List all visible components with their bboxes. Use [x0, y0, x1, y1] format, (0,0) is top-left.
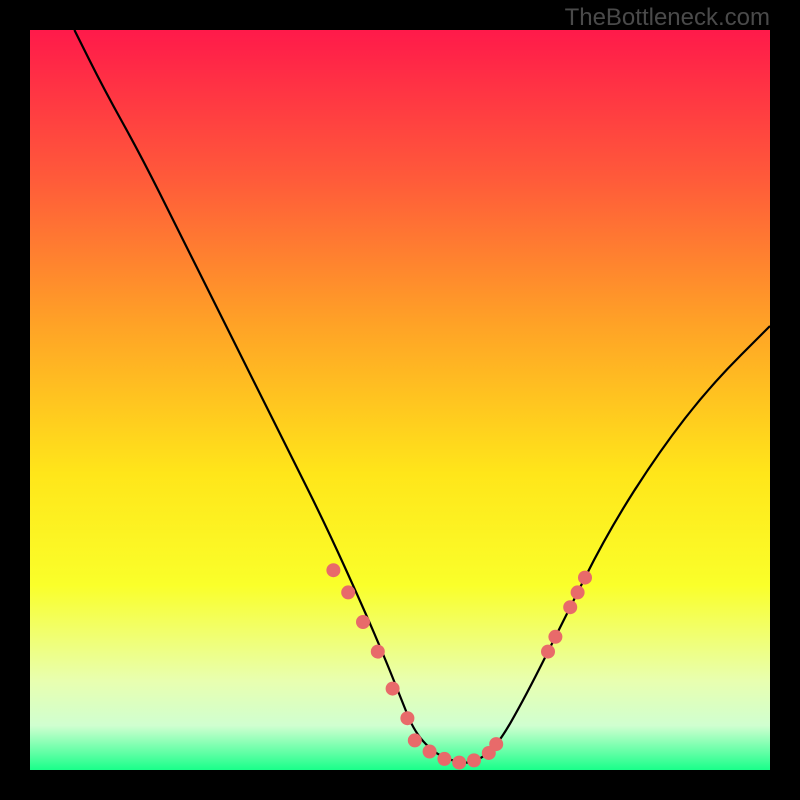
- chart-svg: [30, 30, 770, 770]
- marker-point: [489, 737, 503, 751]
- marker-point: [467, 753, 481, 767]
- marker-point: [452, 756, 466, 770]
- marker-point: [571, 585, 585, 599]
- marker-point: [408, 733, 422, 747]
- marker-point: [548, 630, 562, 644]
- chart-frame: TheBottleneck.com: [0, 0, 800, 800]
- marker-point: [578, 571, 592, 585]
- marker-point: [326, 563, 340, 577]
- gradient-background: [30, 30, 770, 770]
- marker-point: [423, 745, 437, 759]
- marker-point: [400, 711, 414, 725]
- marker-point: [356, 615, 370, 629]
- marker-point: [541, 645, 555, 659]
- marker-point: [563, 600, 577, 614]
- watermark-text: TheBottleneck.com: [565, 4, 770, 32]
- marker-point: [386, 682, 400, 696]
- marker-point: [371, 645, 385, 659]
- plot-area: [30, 30, 770, 770]
- marker-point: [437, 752, 451, 766]
- marker-point: [341, 585, 355, 599]
